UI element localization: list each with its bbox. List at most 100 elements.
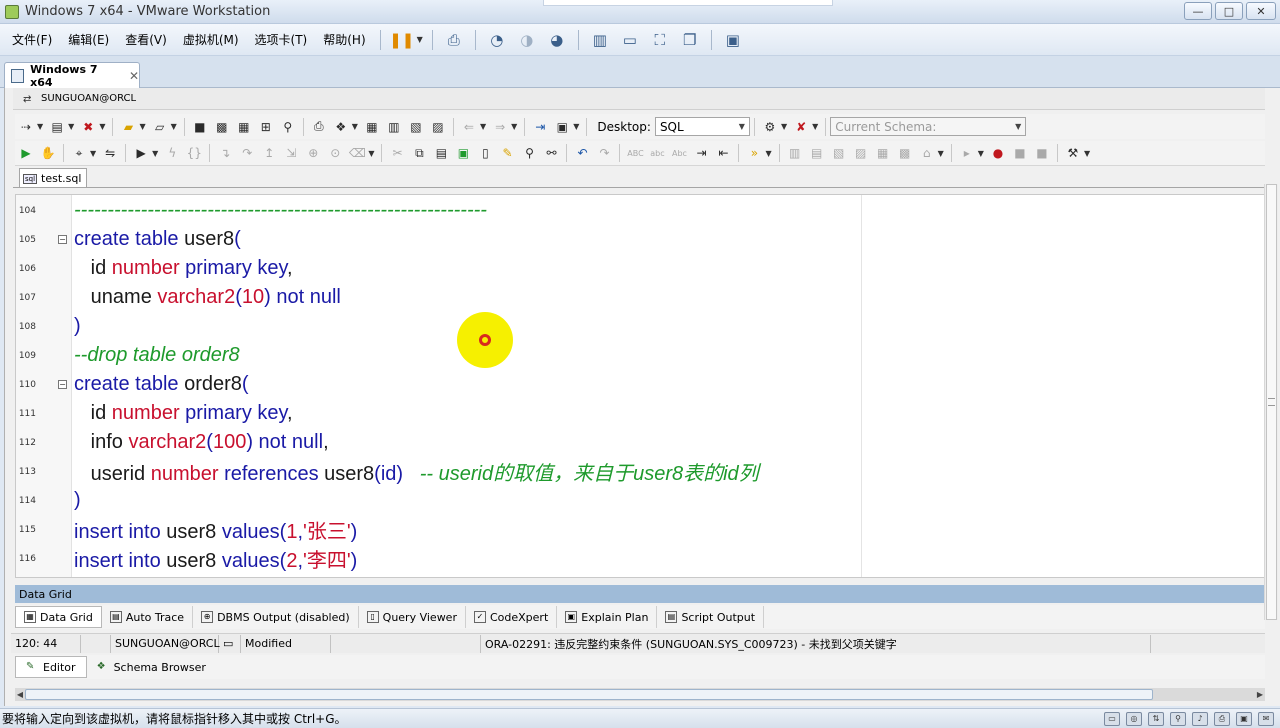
execute-icon[interactable]: ▶ bbox=[16, 144, 36, 162]
code-line[interactable]: 111 id number primary key, bbox=[16, 399, 1264, 428]
dropdown-icon[interactable]: ▼ bbox=[368, 149, 374, 158]
dropdown-icon[interactable]: ▼ bbox=[152, 149, 158, 158]
play-icon[interactable]: ▸ bbox=[957, 144, 977, 162]
tab-schema-browser[interactable]: ❖ Schema Browser bbox=[87, 656, 216, 678]
commit-icon[interactable]: ✘ bbox=[791, 118, 811, 136]
lowercase-icon[interactable]: abc bbox=[647, 144, 667, 162]
code-line[interactable]: 113 userid number references user8(id) -… bbox=[16, 457, 1264, 486]
redo-icon[interactable]: ↷ bbox=[594, 144, 614, 162]
transaction-icon[interactable]: ⇋ bbox=[100, 144, 120, 162]
fullscreen-icon[interactable]: ⛶ bbox=[649, 29, 671, 51]
fast-forward-icon[interactable]: » bbox=[744, 144, 764, 162]
code-line[interactable]: 105 − create table user8( bbox=[16, 225, 1264, 254]
object-search-icon[interactable]: ⚲ bbox=[278, 118, 298, 136]
window-icon[interactable]: ▣ bbox=[552, 118, 572, 136]
code-line[interactable]: 112 info varchar2(100) not null, bbox=[16, 428, 1264, 457]
trash-icon[interactable]: ⌫ bbox=[347, 144, 367, 162]
grid-icon[interactable]: ▦ bbox=[362, 118, 382, 136]
dropdown-icon[interactable]: ▼ bbox=[139, 122, 145, 131]
current-schema-select[interactable]: Current Schema: ▼ bbox=[830, 117, 1027, 136]
indent-icon[interactable]: ⇥ bbox=[691, 144, 711, 162]
sound-icon[interactable]: ♪ bbox=[1192, 712, 1208, 726]
undo-icon[interactable]: ↶ bbox=[572, 144, 592, 162]
dropdown-icon[interactable]: ▼ bbox=[68, 122, 74, 131]
options-icon[interactable]: ❖ bbox=[331, 118, 351, 136]
fold-toggle-icon[interactable]: − bbox=[58, 235, 67, 244]
paste-icon[interactable]: ▤ bbox=[431, 144, 451, 162]
sql-template-icon[interactable]: ▨ bbox=[428, 118, 448, 136]
tab-codexpert[interactable]: ✓ CodeXpert bbox=[466, 606, 558, 628]
new-page-icon[interactable]: ▯ bbox=[475, 144, 495, 162]
code-line[interactable]: 116 insert into user8 values(2,'李四') bbox=[16, 544, 1264, 573]
dropdown-icon[interactable]: ▼ bbox=[99, 122, 105, 131]
connection-label[interactable]: SUNGUOAN@ORCL bbox=[41, 93, 136, 104]
menu-file[interactable]: 文件(F) bbox=[0, 31, 60, 48]
outdent-icon[interactable]: ⇤ bbox=[713, 144, 733, 162]
snapshot-manager-icon[interactable]: ◕ bbox=[546, 29, 568, 51]
code-line[interactable]: 115 insert into user8 values(1,'张三') bbox=[16, 515, 1264, 544]
stop-record-icon[interactable]: ■ bbox=[1010, 144, 1030, 162]
vertical-scrollbar[interactable] bbox=[1264, 184, 1278, 620]
goto-icon[interactable]: ⇥ bbox=[530, 118, 550, 136]
code-line[interactable]: 107 uname varchar2(10) not null bbox=[16, 283, 1264, 312]
snapshot-icon[interactable]: ◔ bbox=[486, 29, 508, 51]
select-all-icon[interactable]: ▣ bbox=[453, 144, 473, 162]
run-to-cursor-icon[interactable]: ⇲ bbox=[281, 144, 301, 162]
scroll-thumb[interactable] bbox=[25, 689, 1153, 700]
code-line[interactable]: 110 − create table order8( bbox=[16, 370, 1264, 399]
cd-rom-icon[interactable]: ◎ bbox=[1126, 712, 1142, 726]
breakpoint-icon[interactable]: ⊕ bbox=[303, 144, 323, 162]
pause-record-icon[interactable]: ■ bbox=[1032, 144, 1052, 162]
scroll-left-icon[interactable]: ◀ bbox=[15, 688, 25, 701]
code-line[interactable]: 117 bbox=[16, 573, 1264, 577]
replace-icon[interactable]: ⚯ bbox=[541, 144, 561, 162]
session-icon[interactable]: ⚙ bbox=[760, 118, 780, 136]
hard-disk-icon[interactable]: ▭ bbox=[1104, 712, 1120, 726]
save-icon[interactable]: ■ bbox=[190, 118, 210, 136]
open-file-icon[interactable]: ▰ bbox=[118, 118, 138, 136]
format-icon[interactable]: ▧ bbox=[406, 118, 426, 136]
dropdown-icon[interactable]: ▼ bbox=[480, 122, 486, 131]
fold-toggle-icon[interactable]: − bbox=[58, 380, 67, 389]
dropdown-icon[interactable]: ▼ bbox=[511, 122, 517, 131]
dropdown-icon[interactable]: ▼ bbox=[1084, 149, 1090, 158]
dropdown-icon[interactable]: ▼ bbox=[37, 122, 43, 131]
dropdown-icon[interactable]: ▼ bbox=[171, 122, 177, 131]
disconnect-icon[interactable]: ✖ bbox=[78, 118, 98, 136]
new-sql-icon[interactable]: ▤ bbox=[47, 118, 67, 136]
execute-script-icon[interactable]: ▶ bbox=[131, 144, 151, 162]
revert-snapshot-icon[interactable]: ◑ bbox=[516, 29, 538, 51]
sidebar-toggle-icon[interactable]: ▥ bbox=[589, 29, 611, 51]
tab-script-output[interactable]: ▤ Script Output bbox=[657, 606, 765, 628]
uppercase-icon[interactable]: ABC bbox=[625, 144, 645, 162]
menu-tabs[interactable]: 选项卡(T) bbox=[247, 31, 316, 48]
find-icon[interactable]: ⚲ bbox=[519, 144, 539, 162]
code-line[interactable]: 108) bbox=[16, 312, 1264, 341]
dropdown-icon[interactable]: ▼ bbox=[938, 149, 944, 158]
tab-dbms-output[interactable]: ⊕ DBMS Output (disabled) bbox=[193, 606, 359, 628]
step-over-icon[interactable]: ↷ bbox=[237, 144, 257, 162]
macro-record-icon[interactable]: ⌂ bbox=[917, 144, 937, 162]
bookmark-clear-icon[interactable]: ▨ bbox=[851, 144, 871, 162]
pause-dropdown-icon[interactable]: ▼ bbox=[417, 35, 423, 44]
menu-vm[interactable]: 虚拟机(M) bbox=[175, 31, 247, 48]
guest-desktop[interactable]: ⇄ SUNGUOAN@ORCL ⇢ ▼ ▤ ▼ ✖ ▼ ▰ ▼ ▱ ▼ ■ ▩ ▦ ⊞ ⚲… bbox=[4, 88, 1280, 706]
network-icon[interactable]: ⇅ bbox=[1148, 712, 1164, 726]
desktop-select[interactable]: SQL ▼ bbox=[654, 117, 750, 136]
dropdown-icon[interactable]: ▼ bbox=[978, 149, 984, 158]
tab-close-icon[interactable]: ✕ bbox=[129, 69, 139, 83]
new-connection-icon[interactable]: ⇢ bbox=[16, 118, 36, 136]
dropdown-icon[interactable]: ▼ bbox=[90, 149, 96, 158]
scroll-right-icon[interactable]: ▶ bbox=[1255, 688, 1265, 701]
bookmark-prev-icon[interactable]: ▧ bbox=[829, 144, 849, 162]
bookmark-icon[interactable]: ▥ bbox=[785, 144, 805, 162]
capitalize-icon[interactable]: Abc bbox=[669, 144, 689, 162]
tab-query-viewer[interactable]: ▯ Query Viewer bbox=[359, 606, 466, 628]
pause-icon[interactable]: ❚❚ bbox=[389, 29, 414, 51]
tab-explain-plan[interactable]: ▣ Explain Plan bbox=[557, 606, 658, 628]
save-as-icon[interactable]: ▩ bbox=[212, 118, 232, 136]
back-icon[interactable]: ⇐ bbox=[459, 118, 479, 136]
code-line[interactable]: 106 id number primary key, bbox=[16, 254, 1264, 283]
step-into-icon[interactable]: ↴ bbox=[215, 144, 235, 162]
tab-editor[interactable]: ✎ Editor bbox=[15, 656, 87, 678]
